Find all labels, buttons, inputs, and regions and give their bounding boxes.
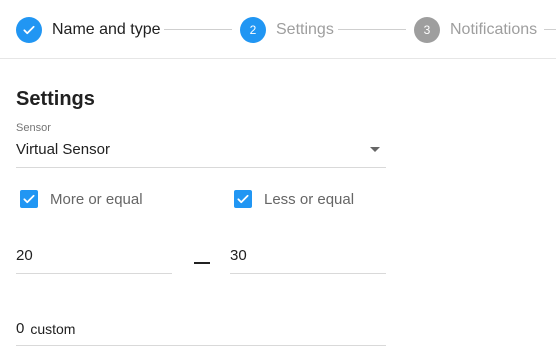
custom-value-field[interactable]: 0 custom — [16, 317, 386, 346]
step-connector — [544, 29, 556, 30]
max-value: 30 — [230, 247, 247, 264]
less-or-equal-label: Less or equal — [264, 190, 355, 208]
stepper: Name and type 2 Settings 3 Notifications — [0, 0, 556, 59]
custom-unit: custom — [30, 321, 76, 337]
settings-title: Settings — [16, 88, 95, 110]
custom-value: 0 — [16, 320, 25, 337]
step-number-badge: 2 — [240, 17, 266, 43]
sensor-value: Virtual Sensor — [16, 141, 110, 158]
step-label: Notifications — [450, 21, 538, 38]
more-or-equal-option[interactable]: More or equal — [20, 190, 143, 208]
step-name-and-type[interactable]: Name and type — [16, 16, 161, 44]
sensor-label: Sensor — [16, 122, 51, 134]
step-notifications[interactable]: 3 Notifications — [414, 16, 537, 44]
step-connector — [164, 29, 232, 30]
check-icon — [23, 194, 35, 204]
min-value-field[interactable]: 20 — [16, 243, 172, 274]
min-value: 20 — [16, 247, 33, 264]
step-number-badge: 3 — [414, 17, 440, 43]
step-label: Name and type — [52, 21, 161, 38]
range-dash — [194, 262, 210, 264]
more-or-equal-label: More or equal — [50, 190, 143, 208]
sensor-select[interactable]: Sensor Virtual Sensor — [16, 122, 386, 168]
less-or-equal-option[interactable]: Less or equal — [234, 190, 354, 208]
dropdown-arrow-icon[interactable] — [370, 147, 380, 152]
max-value-field[interactable]: 30 — [230, 243, 386, 274]
less-or-equal-checkbox[interactable] — [234, 190, 252, 208]
check-icon — [237, 194, 249, 204]
step-settings[interactable]: 2 Settings — [240, 16, 334, 44]
check-icon — [16, 17, 42, 43]
step-label: Settings — [276, 21, 334, 38]
more-or-equal-checkbox[interactable] — [20, 190, 38, 208]
step-connector — [338, 29, 406, 30]
